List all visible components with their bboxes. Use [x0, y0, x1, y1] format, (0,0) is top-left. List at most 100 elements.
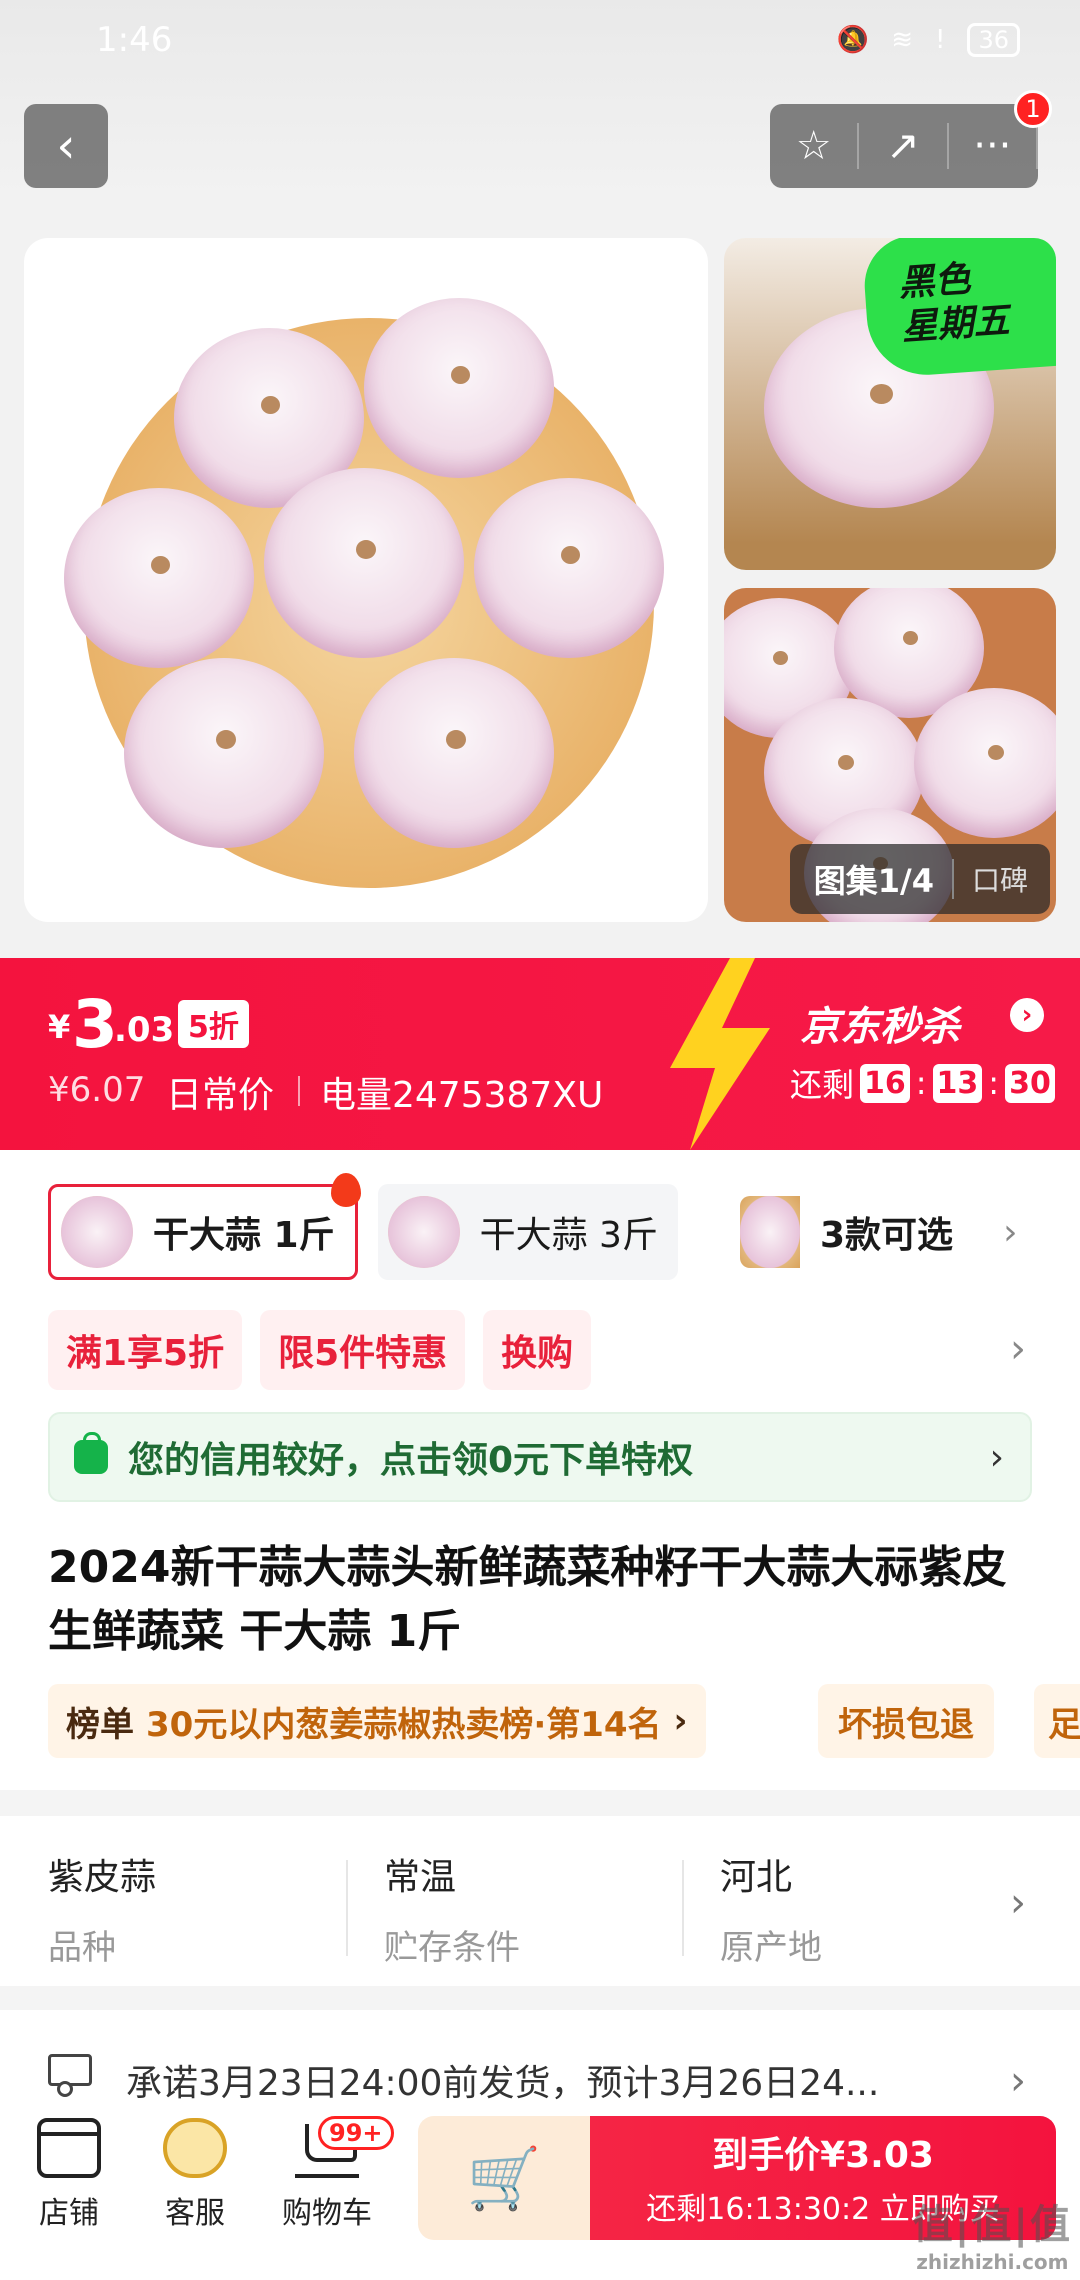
gallery-counter[interactable]: 图集1/4 口碑: [789, 844, 1050, 914]
service-tag[interactable]: 坏损包退: [818, 1684, 994, 1758]
gallery-counter-text: 图集1/4: [813, 862, 934, 900]
price-band: ¥ 3 .03 5折 ¥6.07 日常价 电量2475387XU 京东秒杀 › …: [0, 958, 1080, 1150]
nav-actions: ☆ ↗ ··· 1: [770, 90, 1052, 188]
sku-selector: 干大蒜 1斤 干大蒜 3斤: [48, 1173, 678, 1280]
bottom-action-bar: 店铺 客服 购物车 99+ 🛒 到手价¥3.03 还剩16:13:30:2 立即…: [0, 2102, 1080, 2280]
sku-thumbnail: [61, 1196, 133, 1268]
customer-service-button[interactable]: 客服: [140, 2118, 250, 2232]
reviews-tab[interactable]: 口碑: [951, 859, 1050, 899]
wifi-icon: ≋: [891, 25, 914, 55]
top-nav: ‹ ☆ ↗ ··· 1: [0, 90, 1080, 188]
sku-thumbnail: [387, 1196, 460, 1268]
sku-label: 干大蒜 1斤: [153, 1215, 335, 1256]
promo-tag[interactable]: 满1享5折: [48, 1310, 243, 1390]
discount-badge: 5折: [178, 1000, 249, 1048]
garlic-bulb: [354, 658, 554, 848]
lightning-icon: [670, 958, 770, 1150]
cart-count-badge: 99+: [318, 2116, 394, 2150]
attribute-label: 品种: [48, 1928, 116, 1968]
add-cart-icon: 🛒: [466, 2143, 542, 2214]
black-friday-tag: 黑色 星期五: [861, 238, 1056, 379]
more-sku-label: 3款可选: [820, 1215, 954, 1256]
truck-icon: [48, 2054, 92, 2097]
sku-thumbnail: [740, 1196, 800, 1268]
garlic-bulb: [914, 688, 1056, 838]
chevron-right-icon: ›: [673, 1701, 688, 1741]
store-label: 店铺: [39, 2196, 99, 2231]
gallery-thumbnail-1[interactable]: 黑色 星期五: [724, 238, 1056, 570]
promo-tag[interactable]: 换购: [483, 1310, 592, 1390]
garlic-bulb: [124, 658, 324, 848]
attribute-value: 紫皮蒜: [48, 1857, 157, 1898]
garlic-bulb: [64, 488, 254, 668]
attribute-label: 贮存条件: [384, 1928, 520, 1968]
promotion-tags: 满1享5折 限5件特惠 换购: [48, 1310, 592, 1390]
ranking-label: 榜单: [66, 1704, 134, 1745]
divider: [346, 1860, 348, 1956]
favorite-icon[interactable]: ☆: [770, 123, 860, 169]
more-icon[interactable]: ···: [949, 123, 1038, 169]
seckill-title[interactable]: 京东秒杀: [800, 994, 960, 1052]
share-icon[interactable]: ↗: [859, 123, 949, 169]
store-button[interactable]: 店铺: [14, 2118, 124, 2232]
chevron-right-icon: ›: [1003, 1211, 1018, 1253]
product-attributes[interactable]: 紫皮蒜 品种 常温 贮存条件 河北 原产地 ›: [0, 1816, 1080, 1986]
attribute-variety: 紫皮蒜 品种: [48, 1848, 156, 1969]
main-product-image[interactable]: [24, 238, 708, 922]
back-icon: ‹: [56, 118, 76, 174]
chevron-right-icon[interactable]: ›: [1010, 998, 1044, 1032]
service-tag[interactable]: 足: [1034, 1684, 1080, 1758]
sku-option[interactable]: 干大蒜 3斤: [377, 1184, 678, 1280]
buy-now-price: 到手价¥3.03: [712, 2135, 934, 2176]
price-integer: 3: [72, 986, 118, 1063]
attribute-origin: 河北 原产地: [720, 1848, 822, 1969]
divider: [682, 1860, 684, 1956]
countdown: 还剩 16: 13: 30: [790, 1060, 1055, 1106]
chevron-right-icon: ›: [989, 1436, 1004, 1478]
promo-tag[interactable]: 限5件特惠: [260, 1310, 466, 1390]
sku-code: 电量2475387XU: [320, 1075, 604, 1116]
attribute-label: 原产地: [720, 1928, 822, 1968]
countdown-label: 还剩: [790, 1066, 855, 1104]
store-icon: [37, 2118, 101, 2178]
hot-icon: [330, 1173, 361, 1207]
sku-option[interactable]: 干大蒜 1斤: [48, 1173, 361, 1280]
service-label: 客服: [165, 2196, 225, 2231]
gallery-thumbnail-2[interactable]: 图集1/4 口碑: [724, 588, 1056, 922]
watermark-url: zhizhizhi.com: [916, 2250, 1069, 2274]
price-currency: ¥: [48, 1008, 71, 1046]
customer-service-icon: [163, 2118, 227, 2178]
cart-label: 购物车: [282, 2196, 372, 2231]
chevron-right-icon: ›: [1010, 2058, 1026, 2104]
original-price-label: 日常价: [166, 1075, 275, 1116]
status-bar: 1:46 🔕 ≋ ! 36: [0, 0, 1080, 80]
countdown-seconds: 30: [1005, 1063, 1055, 1103]
delivery-text: 承诺3月23日24:00前发货，预计3月26日24...: [126, 2063, 880, 2104]
back-button[interactable]: ‹: [24, 104, 108, 188]
product-title: 2024新干蒜大蒜头新鲜蔬菜种籽干大蒜大祘紫皮生鲜蔬菜 干大蒜 1斤: [48, 1542, 1007, 1657]
sku-label: 干大蒜 3斤: [479, 1215, 658, 1256]
credit-banner-text: 您的信用较好，点击领0元下单特权: [128, 1440, 694, 1481]
alert-icon: !: [935, 25, 946, 55]
more-sku-options[interactable]: 3款可选 ›: [740, 1184, 1017, 1280]
original-price: ¥6.07: [48, 1070, 146, 1110]
garlic-bulb: [474, 478, 664, 658]
mute-icon: 🔕: [836, 25, 870, 55]
divider: [298, 1076, 300, 1106]
chevron-right-icon[interactable]: ›: [1010, 1326, 1026, 1372]
status-icons: 🔕 ≋ ! 36: [837, 23, 1020, 57]
product-info: 干大蒜 1斤 干大蒜 3斤 3款可选 › 满1享5折 限5件特惠 换购 › 您的…: [0, 1150, 1080, 1790]
attribute-value: 常温: [384, 1857, 457, 1898]
shopping-bag-icon: [74, 1432, 108, 1474]
add-to-cart-button[interactable]: 🛒: [418, 2116, 590, 2240]
message-badge: 1: [1014, 90, 1052, 128]
attribute-storage: 常温 贮存条件: [384, 1848, 520, 1969]
chevron-right-icon: ›: [1010, 1880, 1026, 1926]
garlic-bulb: [264, 468, 464, 658]
credit-banner[interactable]: 您的信用较好，点击领0元下单特权 ›: [48, 1412, 1032, 1502]
watermark-logo: 值|值|值: [912, 2202, 1072, 2248]
ranking-text: 30元以内葱姜蒜椒热卖榜·第14名: [146, 1704, 662, 1745]
countdown-hours: 16: [860, 1063, 910, 1103]
ranking-badge[interactable]: 榜单 30元以内葱姜蒜椒热卖榜·第14名 ›: [48, 1684, 706, 1758]
countdown-minutes: 13: [932, 1063, 983, 1103]
